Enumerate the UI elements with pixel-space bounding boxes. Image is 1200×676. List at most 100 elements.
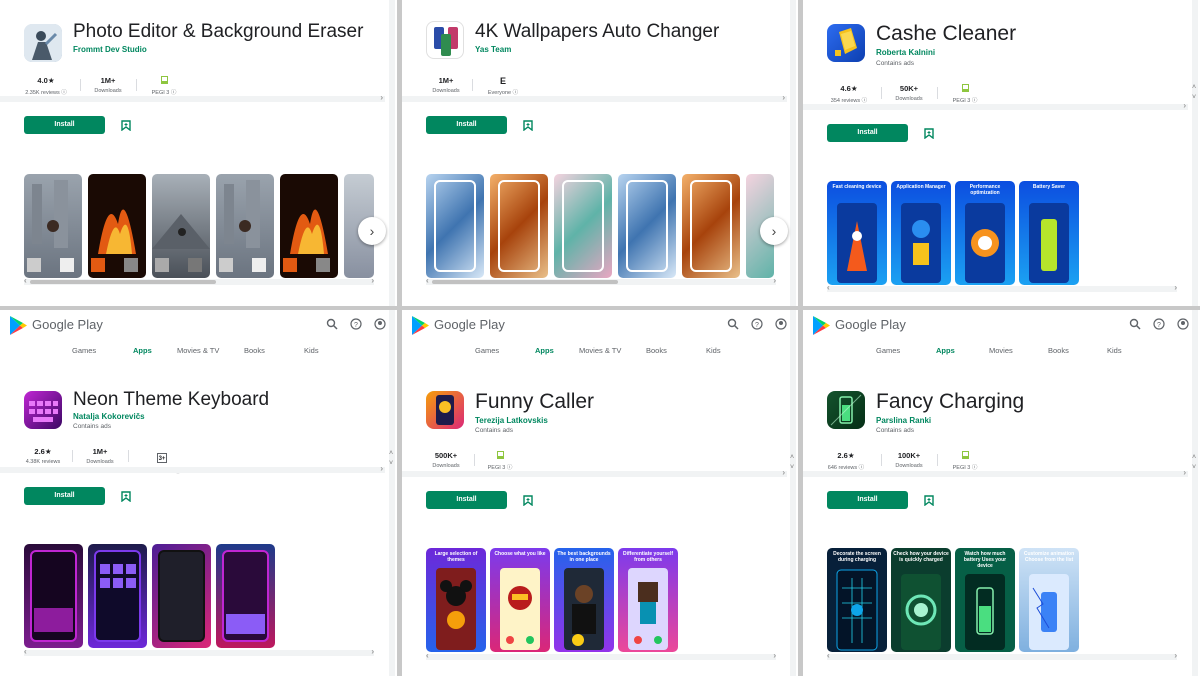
nav-books[interactable]: Books <box>646 346 667 355</box>
screenshot[interactable] <box>88 544 147 648</box>
screenshot[interactable]: Decorate the screen during charging <box>827 548 887 652</box>
screenshot[interactable]: Check how your device is quickly charged <box>891 548 951 652</box>
screenshot-carousel[interactable] <box>24 544 284 648</box>
search-icon[interactable] <box>1128 318 1142 332</box>
vertical-scrollbar[interactable]: ˄ ˅ <box>1192 0 1198 306</box>
screenshot[interactable] <box>554 174 612 278</box>
account-icon[interactable] <box>1176 318 1190 332</box>
vertical-scrollbar[interactable] <box>790 0 796 306</box>
horizontal-scrollbar[interactable]: ‹ › <box>827 283 1177 292</box>
horizontal-scrollbar[interactable]: › <box>0 464 385 473</box>
help-icon[interactable]: ? <box>1152 318 1166 332</box>
wishlist-icon[interactable] <box>523 495 533 506</box>
horizontal-scrollbar[interactable]: ‹ › <box>24 276 374 285</box>
wishlist-icon[interactable] <box>523 120 533 131</box>
nav-movies[interactable]: Movies & TV <box>177 346 219 355</box>
search-icon[interactable] <box>726 318 740 332</box>
horizontal-scrollbar[interactable]: ‹ › <box>426 651 776 660</box>
horizontal-scrollbar[interactable]: › <box>0 93 385 102</box>
google-play-logo[interactable] <box>813 316 830 335</box>
nav-kids[interactable]: Kids <box>304 346 319 355</box>
screenshot[interactable] <box>618 174 676 278</box>
nav-books[interactable]: Books <box>244 346 265 355</box>
screenshot[interactable] <box>152 544 211 648</box>
stat-downloads: 1M+ Downloads <box>432 76 460 94</box>
vertical-scrollbar[interactable] <box>389 0 395 306</box>
nav-games[interactable]: Games <box>72 346 96 355</box>
wishlist-icon[interactable] <box>121 120 131 131</box>
screenshot[interactable] <box>24 174 82 278</box>
nav-movies[interactable]: Movies <box>989 346 1013 355</box>
install-button[interactable]: Install <box>426 491 507 509</box>
screenshot[interactable]: Watch how much battery Uses your device <box>955 548 1015 652</box>
nav-books[interactable]: Books <box>1048 346 1069 355</box>
install-button[interactable]: Install <box>827 491 908 509</box>
screenshot[interactable]: Customize animation Choose from the list <box>1019 548 1079 652</box>
nav-kids[interactable]: Kids <box>706 346 721 355</box>
account-icon[interactable] <box>373 318 387 332</box>
nav-games[interactable]: Games <box>876 346 900 355</box>
horizontal-scrollbar[interactable]: ‹ › <box>426 276 776 285</box>
google-play-logo[interactable] <box>412 316 429 335</box>
developer-link[interactable]: Parslina Ranki <box>876 416 931 425</box>
nav-apps[interactable]: Apps <box>535 346 554 355</box>
account-icon[interactable] <box>774 318 788 332</box>
developer-link[interactable]: Terezija Latkovskis <box>475 416 548 425</box>
carousel-next-button[interactable]: › <box>358 217 386 245</box>
screenshot[interactable] <box>490 174 548 278</box>
vertical-scrollbar[interactable]: ˄ ˅ <box>790 310 796 676</box>
screenshot[interactable]: Application Manager <box>891 181 951 285</box>
developer-link[interactable]: Frommt Dev Studio <box>73 45 147 54</box>
screenshot-carousel[interactable] <box>426 174 774 278</box>
screenshot[interactable]: Large selection of themes <box>426 548 486 652</box>
screenshot-carousel[interactable]: Large selection of themes Choose what yo… <box>426 548 686 652</box>
screenshot-carousel[interactable]: Decorate the screen during charging Chec… <box>827 548 1087 652</box>
screenshot[interactable]: Choose what you like <box>490 548 550 652</box>
install-button[interactable]: Install <box>827 124 908 142</box>
screenshot[interactable] <box>216 544 275 648</box>
screenshot[interactable] <box>24 544 83 648</box>
screenshot[interactable]: Battery Saver <box>1019 181 1079 285</box>
wishlist-icon[interactable] <box>924 128 934 139</box>
screenshot[interactable] <box>682 174 740 278</box>
nav-kids[interactable]: Kids <box>1107 346 1122 355</box>
screenshot[interactable] <box>152 174 210 278</box>
developer-link[interactable]: Roberta Kalnini <box>876 48 935 57</box>
install-button[interactable]: Install <box>24 487 105 505</box>
search-icon[interactable] <box>325 318 339 332</box>
horizontal-scrollbar[interactable]: › <box>803 468 1188 477</box>
screenshot[interactable]: Differentiate yourself from others <box>618 548 678 652</box>
screenshot-carousel[interactable] <box>24 174 374 278</box>
nav-movies[interactable]: Movies & TV <box>579 346 621 355</box>
wishlist-icon[interactable] <box>924 495 934 506</box>
developer-link[interactable]: Natalja Kokorevičs <box>73 412 145 421</box>
vertical-scrollbar[interactable]: ˄ ˅ <box>1192 310 1198 676</box>
carousel-next-button[interactable]: › <box>760 217 788 245</box>
vertical-scrollbar[interactable]: ˄ ˅ <box>389 310 395 676</box>
help-icon[interactable]: ? <box>349 318 363 332</box>
nav-apps[interactable]: Apps <box>936 346 955 355</box>
help-icon[interactable]: ? <box>750 318 764 332</box>
horizontal-scrollbar[interactable]: › <box>803 101 1188 110</box>
screenshot[interactable]: Performance optimization <box>955 181 1015 285</box>
wishlist-icon[interactable] <box>121 491 131 502</box>
nav-games[interactable]: Games <box>475 346 499 355</box>
horizontal-scrollbar[interactable]: ‹ › <box>24 647 374 656</box>
install-button[interactable]: Install <box>24 116 105 134</box>
app-icon-image <box>830 394 862 426</box>
screenshot[interactable] <box>426 174 484 278</box>
horizontal-scrollbar[interactable]: › <box>402 468 787 477</box>
screenshot[interactable]: Fast cleaning device <box>827 181 887 285</box>
app-panel-photo-editor: Photo Editor & Background Eraser Frommt … <box>0 0 397 306</box>
google-play-logo[interactable] <box>10 316 27 335</box>
screenshot-carousel[interactable]: Fast cleaning device Application Manager… <box>827 181 1087 285</box>
screenshot[interactable] <box>216 174 274 278</box>
developer-link[interactable]: Yas Team <box>475 45 511 54</box>
screenshot[interactable] <box>280 174 338 278</box>
screenshot[interactable] <box>88 174 146 278</box>
nav-apps[interactable]: Apps <box>133 346 152 355</box>
horizontal-scrollbar[interactable]: › <box>402 93 787 102</box>
screenshot[interactable]: The best backgrounds in one place <box>554 548 614 652</box>
horizontal-scrollbar[interactable]: ‹ › <box>827 651 1177 660</box>
install-button[interactable]: Install <box>426 116 507 134</box>
